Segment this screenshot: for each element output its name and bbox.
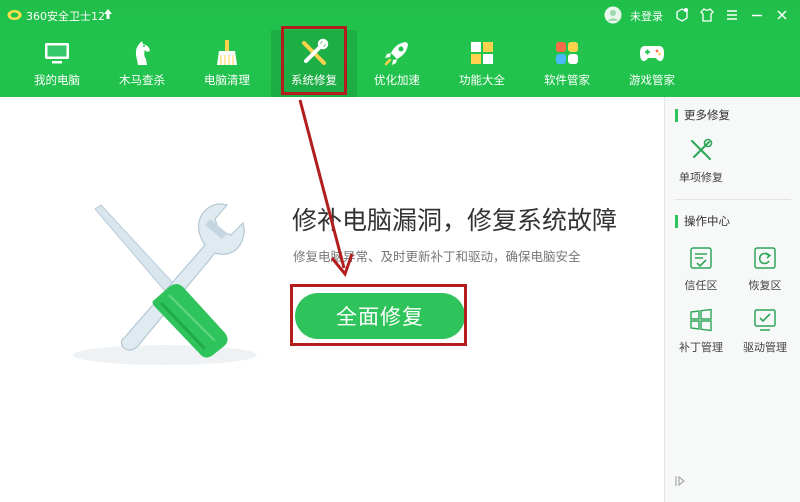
nav-optimize[interactable]: 优化加速 bbox=[354, 30, 440, 97]
nav-label: 电脑清理 bbox=[204, 73, 250, 87]
page-headline: 修补电脑漏洞，修复系统故障 bbox=[292, 206, 618, 235]
nav-system-repair[interactable]: 系统修复 bbox=[271, 30, 357, 97]
single-repair-icon bbox=[691, 138, 713, 160]
patch-management-label: 补丁管理 bbox=[679, 341, 723, 354]
nav-software-manager[interactable]: 软件管家 bbox=[524, 30, 610, 97]
app-title: 360安全卫士12 bbox=[26, 10, 105, 23]
nav-label: 功能大全 bbox=[459, 73, 505, 87]
nav-label: 游戏管家 bbox=[629, 73, 675, 87]
trust-zone-item[interactable]: 信任区 bbox=[669, 245, 733, 293]
trust-zone-label: 信任区 bbox=[684, 279, 718, 292]
nav-trojan-scan[interactable]: 木马查杀 bbox=[99, 30, 185, 97]
nav-label: 软件管家 bbox=[544, 73, 590, 87]
driver-icon bbox=[754, 309, 776, 331]
notification-icon[interactable] bbox=[673, 6, 691, 24]
nav-label: 木马查杀 bbox=[119, 73, 165, 87]
right-sidebar: 更多修复 单项修复 操作中心 信任区 恢复区 补丁管理 驱动管理 bbox=[664, 97, 800, 502]
top-header: 360安全卫士12 未登录 我的电脑 木马查杀 电脑清理 系统修复 优化加速 功… bbox=[0, 0, 800, 97]
monitor-icon bbox=[45, 43, 69, 64]
section-title-ops-center: 操作中心 bbox=[675, 215, 730, 228]
nav-my-computer[interactable]: 我的电脑 bbox=[14, 30, 100, 97]
grid-icon bbox=[471, 42, 493, 64]
nav-game-manager[interactable]: 游戏管家 bbox=[609, 30, 695, 97]
horse-icon bbox=[135, 41, 150, 65]
nav-features[interactable]: 功能大全 bbox=[439, 30, 525, 97]
driver-management-item[interactable]: 驱动管理 bbox=[733, 307, 797, 355]
page-subline: 修复电脑异常、及时更新补丁和驱动，确保电脑安全 bbox=[293, 249, 581, 264]
avatar-icon[interactable] bbox=[604, 6, 622, 24]
rocket-icon bbox=[384, 42, 408, 66]
menu-icon[interactable] bbox=[723, 6, 741, 24]
full-repair-button[interactable]: 全面修复 bbox=[295, 293, 465, 339]
main-content: 修补电脑漏洞，修复系统故障 修复电脑异常、及时更新补丁和驱动，确保电脑安全 全面… bbox=[0, 97, 664, 502]
360-logo-icon bbox=[7, 10, 22, 20]
restore-zone-label: 恢复区 bbox=[748, 279, 782, 292]
windows-patch-icon bbox=[690, 308, 712, 332]
broom-icon bbox=[217, 40, 237, 65]
trust-zone-icon bbox=[690, 247, 712, 269]
single-repair-label: 单项修复 bbox=[679, 171, 723, 184]
patch-management-item[interactable]: 补丁管理 bbox=[669, 307, 733, 355]
nav-label: 我的电脑 bbox=[34, 73, 80, 87]
title-bar: 360安全卫士12 未登录 bbox=[0, 0, 800, 30]
flower-grid-icon bbox=[556, 42, 578, 64]
restore-zone-icon bbox=[754, 247, 776, 269]
sidebar-divider bbox=[675, 199, 791, 200]
driver-management-label: 驱动管理 bbox=[743, 341, 787, 354]
nav-disk-cleanup[interactable]: 电脑清理 bbox=[184, 30, 270, 97]
skin-shirt-icon[interactable] bbox=[698, 6, 716, 24]
single-repair-item[interactable]: 单项修复 bbox=[669, 137, 733, 185]
collapse-sidebar-icon[interactable] bbox=[675, 475, 685, 487]
restore-zone-item[interactable]: 恢复区 bbox=[733, 245, 797, 293]
wrench-screwdriver-illustration bbox=[73, 203, 257, 365]
minimize-icon[interactable] bbox=[748, 6, 766, 24]
nav-label: 系统修复 bbox=[291, 73, 337, 87]
close-icon[interactable] bbox=[773, 6, 791, 24]
nav-label: 优化加速 bbox=[374, 73, 420, 87]
section-title-more-repair: 更多修复 bbox=[675, 109, 730, 122]
gamepad-icon bbox=[640, 46, 664, 61]
wrench-screwdriver-icon bbox=[302, 38, 329, 65]
login-status[interactable]: 未登录 bbox=[630, 8, 663, 24]
upgrade-arrow-icon[interactable] bbox=[103, 8, 113, 20]
